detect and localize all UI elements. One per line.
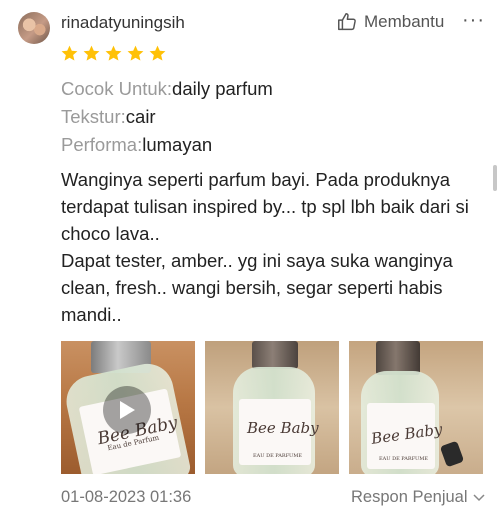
- chevron-down-icon: [472, 493, 485, 501]
- seller-response-toggle[interactable]: Respon Penjual: [351, 488, 485, 507]
- label-subtext: EAU DE PARFUME: [253, 453, 303, 459]
- attribute-value: lumayan: [142, 134, 213, 155]
- thumbs-up-icon: [338, 13, 356, 31]
- star-icon: [105, 45, 122, 61]
- play-icon[interactable]: [103, 386, 151, 434]
- attribute-tekstur: Tekstur:cair: [61, 106, 156, 128]
- more-options-icon[interactable]: ···: [462, 9, 485, 32]
- helpful-button[interactable]: Membantu: [336, 11, 444, 33]
- star-rating: [60, 44, 167, 63]
- attribute-key: Tekstur:: [61, 106, 126, 127]
- username[interactable]: rinadatyuningsih: [61, 13, 185, 33]
- label-subtext: EAU DE PARFUME: [379, 456, 429, 462]
- attribute-key: Performa:: [61, 134, 143, 155]
- attribute-performa: Performa:lumayan: [61, 134, 212, 156]
- review-date: 01-08-2023 01:36: [61, 488, 192, 506]
- helpful-label: Membantu: [364, 12, 445, 31]
- star-icon: [149, 45, 166, 61]
- review-text: Wanginya seperti parfum bayi. Pada produ…: [61, 166, 481, 328]
- attribute-value: cair: [125, 106, 156, 127]
- review-paragraph: Dapat tester, amber.. yg ini saya suka w…: [61, 250, 453, 325]
- review-video-thumbnail[interactable]: Bee Baby Eau de Parfum: [61, 341, 195, 474]
- star-icon: [61, 45, 78, 61]
- review-image-thumbnail[interactable]: Bee Baby EAU DE PARFUME: [205, 341, 339, 474]
- label-text: Bee Baby: [247, 419, 319, 437]
- attribute-key: Cocok Untuk:: [61, 78, 173, 99]
- star-icon: [127, 45, 144, 61]
- review-paragraph: Wanginya seperti parfum bayi. Pada produ…: [61, 169, 469, 244]
- scrollbar[interactable]: [493, 165, 497, 191]
- star-icon: [83, 45, 100, 61]
- avatar[interactable]: [18, 12, 50, 44]
- review-image-thumbnail[interactable]: Bee Baby EAU DE PARFUME: [349, 341, 483, 474]
- attribute-value: daily parfum: [172, 78, 273, 99]
- attribute-cocok-untuk: Cocok Untuk:daily parfum: [61, 78, 273, 100]
- seller-response-label: Respon Penjual: [351, 488, 468, 506]
- tester-cap: [439, 440, 465, 468]
